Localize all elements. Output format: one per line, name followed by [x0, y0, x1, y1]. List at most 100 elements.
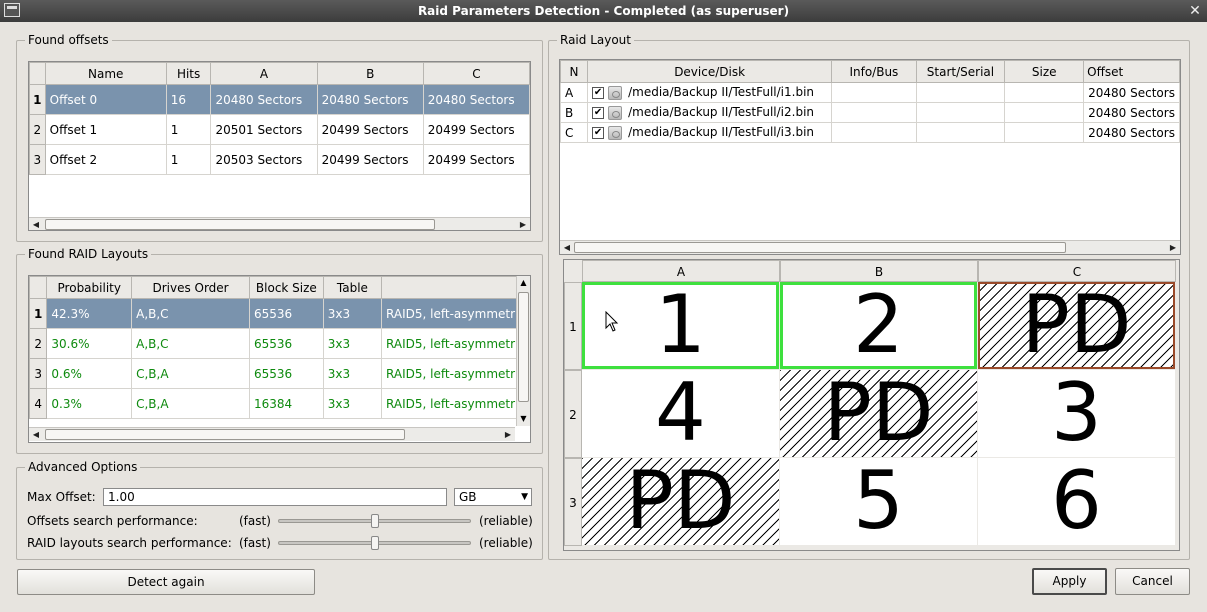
device-row[interactable]: C ✔ /media/Backup II/TestFull/i3.bin 20480 … — [560, 122, 1180, 143]
offset-cell-a: 20503 Sectors — [210, 144, 318, 175]
scroll-thumb[interactable] — [518, 292, 529, 402]
unit-select[interactable]: GB ▼ — [454, 488, 532, 506]
scroll-right-icon[interactable]: ▶ — [1166, 241, 1180, 254]
scroll-left-icon[interactable]: ◀ — [29, 428, 43, 441]
detect-again-button[interactable]: Detect again — [17, 569, 315, 595]
column-header-drives-order[interactable]: Drives Order — [131, 276, 250, 299]
column-header-size[interactable]: Size — [1004, 60, 1085, 83]
close-icon[interactable]: ✕ — [1187, 3, 1203, 19]
column-header-hits[interactable]: Hits — [165, 62, 212, 85]
device-cell-info — [831, 82, 917, 103]
scroll-thumb[interactable] — [45, 429, 405, 440]
device-row[interactable]: B ✔ /media/Backup II/TestFull/i2.bin 20480 … — [560, 102, 1180, 123]
layout-cell-block: 65536 — [248, 358, 324, 389]
apply-button[interactable]: Apply — [1032, 568, 1107, 595]
offset-row[interactable]: 1 Offset 0 16 20480 Sectors 20480 Sectors 204… — [29, 84, 530, 115]
layout-cell-table: 3x3 — [322, 298, 383, 329]
row-number: 2 — [29, 328, 48, 359]
column-header-device-disk[interactable]: Device/Disk — [587, 60, 833, 83]
column-header-block-size[interactable]: Block Size — [248, 276, 324, 299]
layout-column-header: B — [780, 260, 978, 282]
column-header-type[interactable] — [381, 276, 530, 299]
raid-perf-slider-knob[interactable] — [371, 536, 379, 550]
layout-block-cell[interactable]: 3 — [978, 370, 1175, 457]
device-row[interactable]: A ✔ /media/Backup II/TestFull/i1.bin 20480 … — [560, 82, 1180, 103]
raid-layout-title: Raid Layout — [557, 32, 634, 48]
offsets-perf-reliable-label: (reliable) — [479, 514, 533, 528]
layouts-corner — [29, 276, 48, 299]
column-header-b[interactable]: B — [316, 62, 424, 85]
layout-row[interactable]: 4 0.3% C,B,A 16384 3x3 RAID5, left-asymmetric — [29, 388, 530, 419]
layout-cell-prob: 0.3% — [46, 388, 133, 419]
disk-image-icon — [608, 85, 623, 100]
layout-block-cell[interactable]: 5 — [780, 458, 977, 545]
max-offset-input[interactable]: 1.00 — [103, 488, 447, 506]
device-cell-start — [915, 122, 1006, 143]
device-cell-start — [915, 82, 1006, 103]
layout-cell-type: RAID5, left-asymmetric — [381, 328, 530, 359]
window-menu-icon[interactable] — [4, 3, 20, 17]
scroll-thumb[interactable] — [574, 242, 1066, 253]
layout-block-cell[interactable]: 4 — [582, 370, 779, 457]
scroll-right-icon[interactable]: ▶ — [501, 428, 515, 441]
column-header-a[interactable]: A — [210, 62, 318, 85]
layout-block-cell[interactable]: 6 — [978, 458, 1175, 545]
apply-button-label: Apply — [1052, 574, 1087, 588]
devices-header-row: N Device/Disk Info/Bus Start/Serial Size… — [560, 60, 1180, 83]
device-checkbox[interactable]: ✔ — [592, 126, 605, 139]
scroll-up-icon[interactable]: ▲ — [517, 276, 530, 290]
raid-layout-grid: A B C 1 2 3 1 2 PD 4 PD 3 PD 5 6 — [563, 259, 1180, 551]
column-header-n[interactable]: N — [560, 60, 589, 83]
layout-row[interactable]: 1 42.3% A,B,C 65536 3x3 RAID5, left-asymmetri… — [29, 298, 530, 329]
layouts-vscrollbar[interactable]: ▲ ▼ — [516, 276, 530, 426]
raid-perf-fast-label: (fast) — [239, 536, 271, 550]
device-cell-offset: 20480 Sectors — [1083, 102, 1180, 123]
window-title: Raid Parameters Detection - Completed (a… — [417, 4, 790, 18]
layout-block-cell[interactable]: 2 — [780, 282, 977, 369]
device-cell-size — [1004, 82, 1085, 103]
device-letter: C — [560, 122, 589, 143]
column-header-table[interactable]: Table — [322, 276, 383, 299]
offset-cell-name: Offset 2 — [44, 144, 167, 175]
layout-parity-cell[interactable]: PD — [582, 458, 779, 545]
raid-perf-slider[interactable] — [278, 536, 471, 550]
column-header-c[interactable]: C — [422, 62, 530, 85]
layout-parity-cell[interactable]: PD — [978, 282, 1175, 369]
layout-column-header: C — [978, 260, 1176, 282]
column-header-name[interactable]: Name — [44, 62, 167, 85]
disk-image-icon — [608, 125, 623, 140]
device-disk-cell: ✔ /media/Backup II/TestFull/i2.bin — [587, 102, 833, 123]
offset-row[interactable]: 2 Offset 1 1 20501 Sectors 20499 Sectors 2049… — [29, 114, 530, 145]
column-header-offset[interactable]: Offset — [1083, 60, 1180, 83]
scroll-left-icon[interactable]: ◀ — [29, 218, 43, 230]
devices-hscrollbar[interactable]: ◀ ▶ — [560, 240, 1180, 254]
device-checkbox[interactable]: ✔ — [592, 86, 605, 99]
layout-row[interactable]: 3 0.6% C,B,A 65536 3x3 RAID5, left-asymmetric — [29, 358, 530, 389]
offsets-perf-slider[interactable] — [278, 514, 471, 528]
column-header-info-bus[interactable]: Info/Bus — [831, 60, 917, 83]
layouts-hscrollbar[interactable]: ◀ ▶ — [29, 427, 515, 441]
row-number: 4 — [29, 388, 48, 419]
offset-cell-b: 20499 Sectors — [316, 144, 424, 175]
layout-row[interactable]: 2 30.6% A,B,C 65536 3x3 RAID5, left-asymmetri… — [29, 328, 530, 359]
scroll-right-icon[interactable]: ▶ — [516, 218, 530, 230]
mouse-cursor-icon — [605, 311, 619, 332]
offset-cell-b: 20499 Sectors — [316, 114, 424, 145]
layout-cell-type: RAID5, left-asymmetric — [381, 298, 530, 329]
device-checkbox[interactable]: ✔ — [592, 106, 605, 119]
row-number: 1 — [29, 84, 46, 115]
layout-cell-block: 16384 — [248, 388, 324, 419]
max-offset-label: Max Offset: — [27, 490, 96, 504]
offsets-hscrollbar[interactable]: ◀ ▶ — [29, 217, 530, 230]
offsets-perf-slider-knob[interactable] — [371, 514, 379, 528]
scroll-thumb[interactable] — [45, 219, 435, 230]
layout-parity-cell[interactable]: PD — [780, 370, 977, 457]
column-header-start-serial[interactable]: Start/Serial — [915, 60, 1006, 83]
cancel-button[interactable]: Cancel — [1115, 568, 1190, 595]
scroll-left-icon[interactable]: ◀ — [560, 241, 574, 254]
advanced-options-group: Advanced Options Max Offset: 1.00 GB ▼ O… — [16, 459, 543, 560]
column-header-probability[interactable]: Probability — [46, 276, 133, 299]
scroll-down-icon[interactable]: ▼ — [517, 412, 530, 426]
layout-cell-prob: 0.6% — [46, 358, 133, 389]
offset-row[interactable]: 3 Offset 2 1 20503 Sectors 20499 Sectors 2049… — [29, 144, 530, 175]
